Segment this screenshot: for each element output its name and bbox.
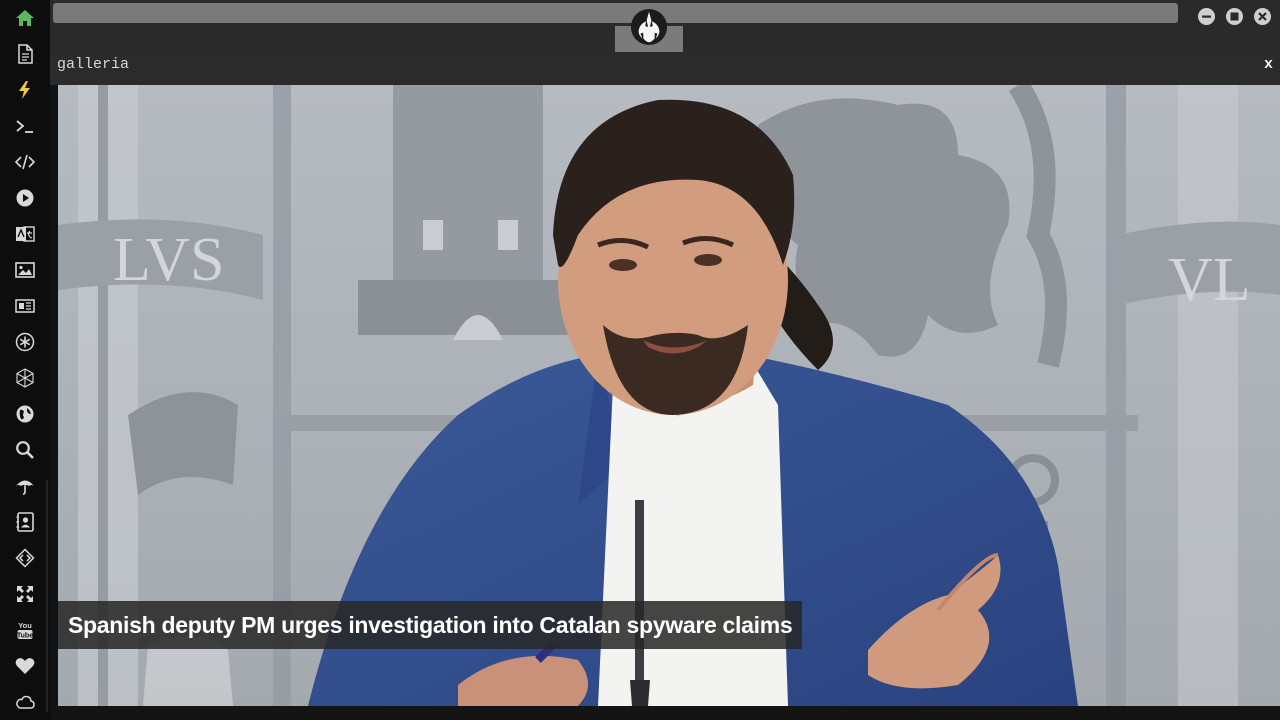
heart-icon xyxy=(15,658,35,674)
umbrella-icon xyxy=(16,480,34,495)
search-icon xyxy=(16,441,34,459)
translate-icon xyxy=(16,226,35,242)
minimize-icon xyxy=(1202,15,1211,18)
svg-text:You: You xyxy=(18,621,32,630)
globe-icon xyxy=(16,405,34,423)
play-icon xyxy=(16,189,34,207)
sidebar-item-terminal[interactable] xyxy=(9,110,41,142)
svg-text:Tube: Tube xyxy=(17,632,33,639)
code-icon xyxy=(15,154,35,170)
lightning-icon xyxy=(19,81,30,99)
sidebar-item-image[interactable] xyxy=(9,254,41,286)
sidebar-item-home[interactable] xyxy=(9,2,41,34)
maximize-button[interactable] xyxy=(1226,8,1243,25)
close-icon xyxy=(1258,12,1267,21)
bottom-strip xyxy=(50,706,1280,720)
document-icon xyxy=(18,44,33,64)
close-button[interactable] xyxy=(1254,8,1271,25)
cloud-icon xyxy=(16,695,35,709)
youtube-icon: You Tube xyxy=(17,621,33,639)
sidebar-item-lightning[interactable] xyxy=(9,74,41,106)
sidebar-item-heart[interactable] xyxy=(9,650,41,682)
sidebar-item-newspaper[interactable] xyxy=(9,290,41,322)
gallery-image[interactable]: LVS VL Spanish deputy PM urges investiga… xyxy=(58,85,1280,706)
gallery-caption: Spanish deputy PM urges investigation in… xyxy=(58,601,803,649)
sidebar-item-document[interactable] xyxy=(9,38,41,70)
home-icon xyxy=(16,10,34,26)
sidebar-item-globe[interactable] xyxy=(9,398,41,430)
minimize-button[interactable] xyxy=(1198,8,1215,25)
sidebar-item-play[interactable] xyxy=(9,182,41,214)
sidebar-item-youtube[interactable]: You Tube xyxy=(9,614,41,646)
asterisk-icon xyxy=(15,332,35,352)
window-close-button[interactable]: x xyxy=(1264,56,1273,73)
rebel-alliance-logo-icon xyxy=(630,8,668,46)
newspaper-icon xyxy=(15,299,35,313)
sidebar-item-cube-network[interactable] xyxy=(9,362,41,394)
image-icon xyxy=(15,262,35,278)
sidebar: You Tube xyxy=(0,0,50,720)
sidebar-item-code[interactable] xyxy=(9,146,41,178)
window-title: galleria xyxy=(57,56,130,73)
motto-right: VL xyxy=(1168,246,1251,314)
cube-network-icon xyxy=(16,368,34,388)
sidebar-item-contacts[interactable] xyxy=(9,506,41,538)
address-bar[interactable] xyxy=(53,3,1178,23)
maximize-icon xyxy=(1230,12,1239,21)
top-bar xyxy=(50,0,1280,52)
sidebar-item-cloud[interactable] xyxy=(9,686,41,718)
contacts-icon xyxy=(16,512,34,532)
sidebar-item-umbrella[interactable] xyxy=(9,470,41,502)
sidebar-item-translate[interactable] xyxy=(9,218,41,250)
sidebar-item-expand[interactable] xyxy=(9,578,41,610)
sidebar-divider xyxy=(46,480,48,712)
terminal-icon xyxy=(16,120,33,133)
sidebar-item-search[interactable] xyxy=(9,434,41,466)
sidebar-item-diamond-code[interactable] xyxy=(9,542,41,574)
expand-icon xyxy=(17,586,33,602)
window-title-bar: galleria x xyxy=(50,52,1280,85)
motto-left: LVS xyxy=(113,226,224,294)
sidebar-item-asterisk[interactable] xyxy=(9,326,41,358)
diamond-code-icon xyxy=(15,548,35,568)
